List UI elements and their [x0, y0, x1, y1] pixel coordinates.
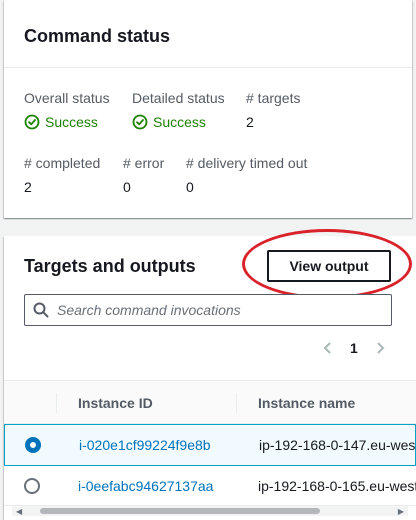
detailed-status-text: Success — [153, 114, 206, 130]
command-status-header: Command status — [4, 0, 412, 68]
scroll-left-icon[interactable]: ◀ — [16, 507, 22, 516]
check-circle-icon — [24, 114, 40, 130]
completed-field: # completed 2 — [24, 154, 100, 196]
pagination: 1 — [320, 340, 388, 356]
overall-status-value: Success — [24, 113, 110, 131]
completed-label: # completed — [24, 155, 101, 171]
detailed-status-field: Detailed status Success — [132, 89, 225, 131]
check-circle-icon — [132, 114, 148, 130]
targets-count-field: # targets 2 — [246, 89, 300, 131]
row-radio[interactable] — [25, 437, 41, 453]
error-label: # error — [123, 155, 165, 171]
table-row[interactable]: i-020e1cf99224f9e8b ip-192-168-0-147.eu-… — [4, 424, 416, 466]
detailed-status-value: Success — [132, 113, 225, 131]
scroll-right-icon[interactable]: ▶ — [398, 507, 404, 516]
column-header-instance-id[interactable]: Instance ID — [78, 381, 153, 425]
targets-count-value: 2 — [246, 114, 254, 130]
view-output-button[interactable]: View output — [267, 250, 391, 282]
error-field: # error 0 — [123, 154, 164, 196]
column-divider — [56, 393, 57, 413]
column-header-instance-name[interactable]: Instance name — [258, 381, 355, 425]
chevron-left-icon[interactable] — [320, 340, 336, 356]
targets-outputs-panel: Targets and outputs View output 1 Instan… — [4, 229, 416, 520]
delivery-timed-out-field: # delivery timed out 0 — [186, 154, 307, 196]
instance-id-link[interactable]: i-020e1cf99224f9e8b — [79, 425, 211, 465]
delivery-timed-out-value: 0 — [186, 179, 194, 195]
chevron-right-icon[interactable] — [372, 340, 388, 356]
command-status-title: Command status — [24, 26, 171, 46]
search-icon — [33, 302, 49, 318]
overall-status-text: Success — [45, 114, 98, 130]
current-page[interactable]: 1 — [350, 340, 358, 356]
table-header: Instance ID Instance name — [4, 380, 416, 424]
targets-outputs-title: Targets and outputs — [24, 256, 196, 276]
delivery-timed-out-label: # delivery timed out — [186, 155, 308, 171]
scroll-thumb[interactable] — [40, 508, 320, 514]
overall-status-field: Overall status Success — [24, 89, 110, 131]
targets-count-label: # targets — [246, 90, 301, 106]
instance-name-cell: ip-192-168-0-147.eu-west — [259, 437, 416, 453]
search-input[interactable] — [57, 302, 357, 318]
invocations-table: Instance ID Instance name i-020e1cf99224… — [4, 380, 416, 506]
completed-value: 2 — [24, 179, 32, 195]
error-value: 0 — [123, 179, 131, 195]
column-divider — [236, 393, 237, 413]
search-box[interactable] — [24, 294, 392, 326]
table-row[interactable]: i-0eefabc94627137aa ip-192-168-0-165.eu-… — [4, 466, 416, 506]
instance-id-link[interactable]: i-0eefabc94627137aa — [78, 466, 213, 505]
row-radio[interactable] — [24, 478, 40, 494]
instance-name-cell: ip-192-168-0-165.eu-west — [258, 478, 416, 494]
command-status-panel: Command status Overall status Success De… — [4, 0, 412, 218]
overall-status-label: Overall status — [24, 90, 110, 106]
detailed-status-label: Detailed status — [132, 90, 225, 106]
horizontal-scrollbar[interactable]: ◀ ▶ — [12, 506, 408, 516]
